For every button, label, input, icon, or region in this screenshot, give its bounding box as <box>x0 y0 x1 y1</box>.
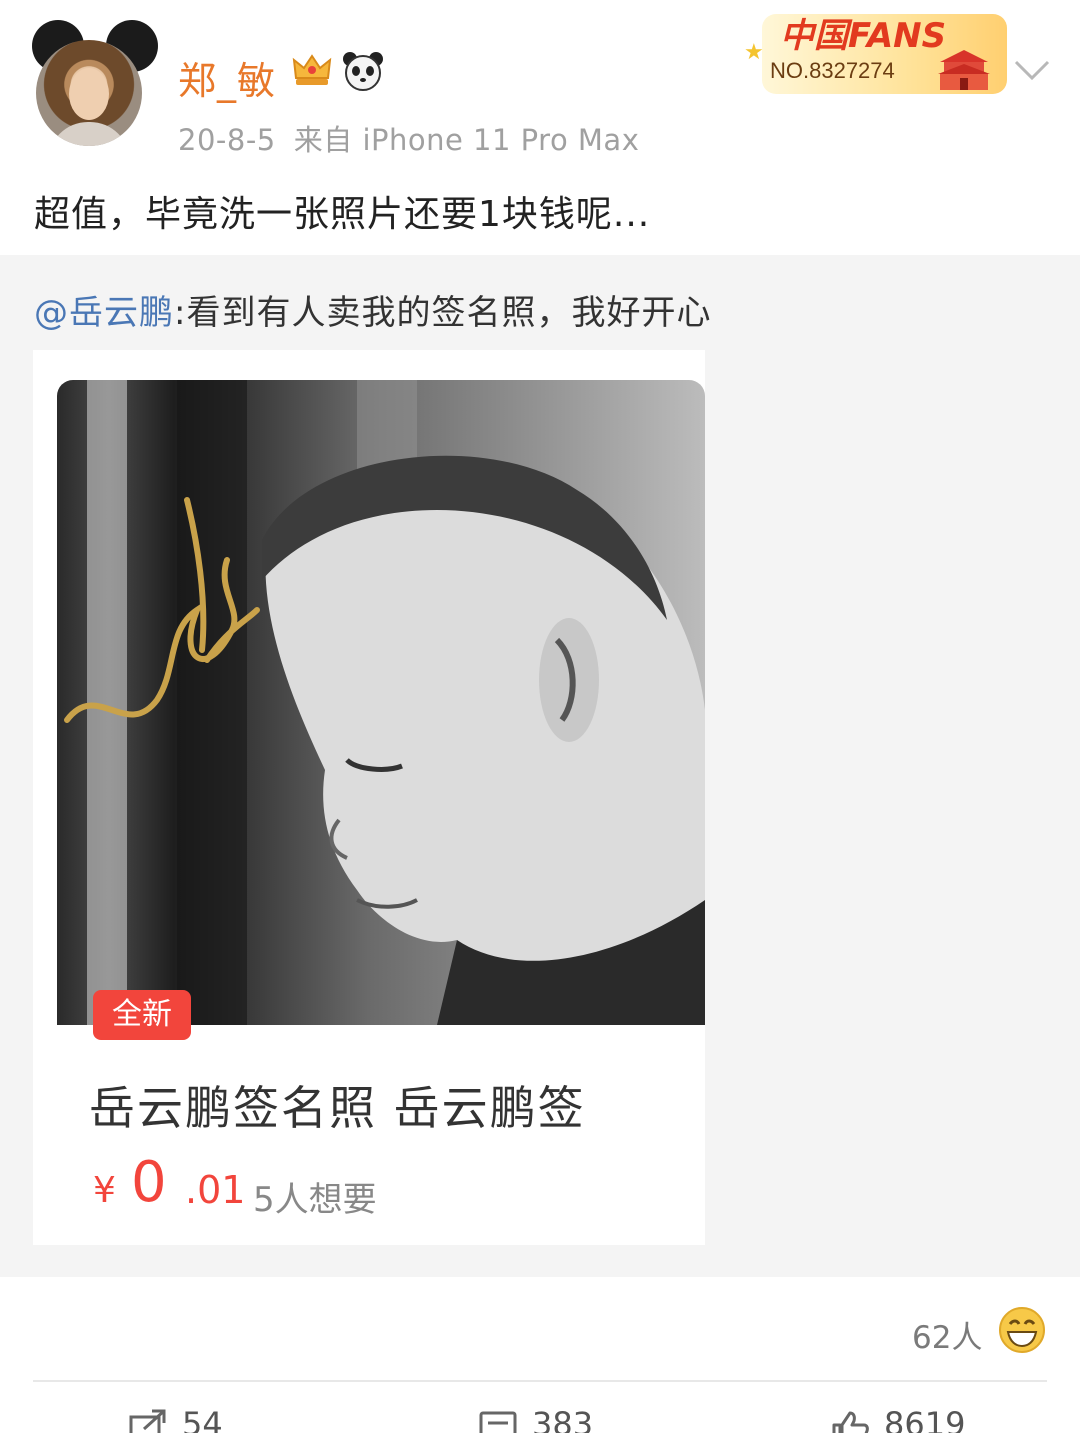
product-photo[interactable] <box>57 380 705 1025</box>
weibo-post-page: 郑_敏 20-8-5 来自 iPhone 11 Pro Max ★ 中国FANS … <box>0 0 1080 1433</box>
reaction-count[interactable]: 62人 <box>912 1312 982 1357</box>
fans-badge[interactable]: ★ 中国FANS NO.8327274 <box>740 4 1010 100</box>
avatar[interactable] <box>30 20 158 150</box>
price-decimal: .01 <box>185 1168 246 1212</box>
like-count: 8619 <box>884 1405 966 1433</box>
price-currency: ¥ <box>93 1170 116 1211</box>
panda-icon <box>343 52 383 91</box>
post-text: 超值，毕竟洗一张照片还要1块钱呢... <box>34 194 651 235</box>
thumbs-up-icon <box>832 1411 869 1433</box>
fans-badge-title: 中国FANS <box>780 16 947 56</box>
comment-count: 383 <box>532 1405 594 1433</box>
reposted-content[interactable]: @岳云鹏:看到有人卖我的签名照，我好开心 全新 岳云鹏签名照 岳云鹏签 ¥ 0 … <box>0 255 1080 1277</box>
repost-text: :看到有人卖我的签名照，我好开心 <box>174 293 712 333</box>
avatar-face <box>69 68 109 120</box>
post-source[interactable]: 来自 iPhone 11 Pro Max <box>294 123 640 157</box>
post-date: 20-8-5 <box>178 123 276 157</box>
repost-count: 54 <box>182 1405 223 1433</box>
mention-link[interactable]: @岳云鹏 <box>34 293 174 333</box>
star-icon: ★ <box>744 40 764 65</box>
fans-badge-number: NO.8327274 <box>770 58 895 83</box>
product-title: 岳云鹏签名照 岳云鹏签 <box>89 1081 586 1135</box>
want-count: 5人想要 <box>253 1180 377 1220</box>
product-card[interactable]: 全新 岳云鹏签名照 岳云鹏签 ¥ 0 .01 5人想要 <box>33 350 705 1245</box>
username[interactable]: 郑_敏 <box>178 50 276 105</box>
post-header: 郑_敏 20-8-5 来自 iPhone 11 Pro Max ★ 中国FANS … <box>0 0 1080 255</box>
avatar-image <box>36 40 142 146</box>
repost-text-line: @岳云鹏:看到有人卖我的签名照，我好开心 <box>34 285 711 334</box>
new-badge: 全新 <box>93 990 191 1040</box>
share-icon <box>129 1409 166 1433</box>
price-integer: 0 <box>131 1150 167 1215</box>
avatar-shoulder <box>48 122 130 146</box>
footer-divider <box>33 1380 1047 1382</box>
post-meta: 20-8-5 来自 iPhone 11 Pro Max <box>178 117 657 159</box>
comment-icon <box>479 1411 517 1433</box>
crown-icon <box>292 54 332 85</box>
grin-emoji-icon[interactable] <box>998 1306 1046 1354</box>
tiananmen-icon <box>938 50 990 90</box>
product-photo-art <box>64 380 705 1025</box>
chevron-down-icon[interactable] <box>1012 56 1052 84</box>
